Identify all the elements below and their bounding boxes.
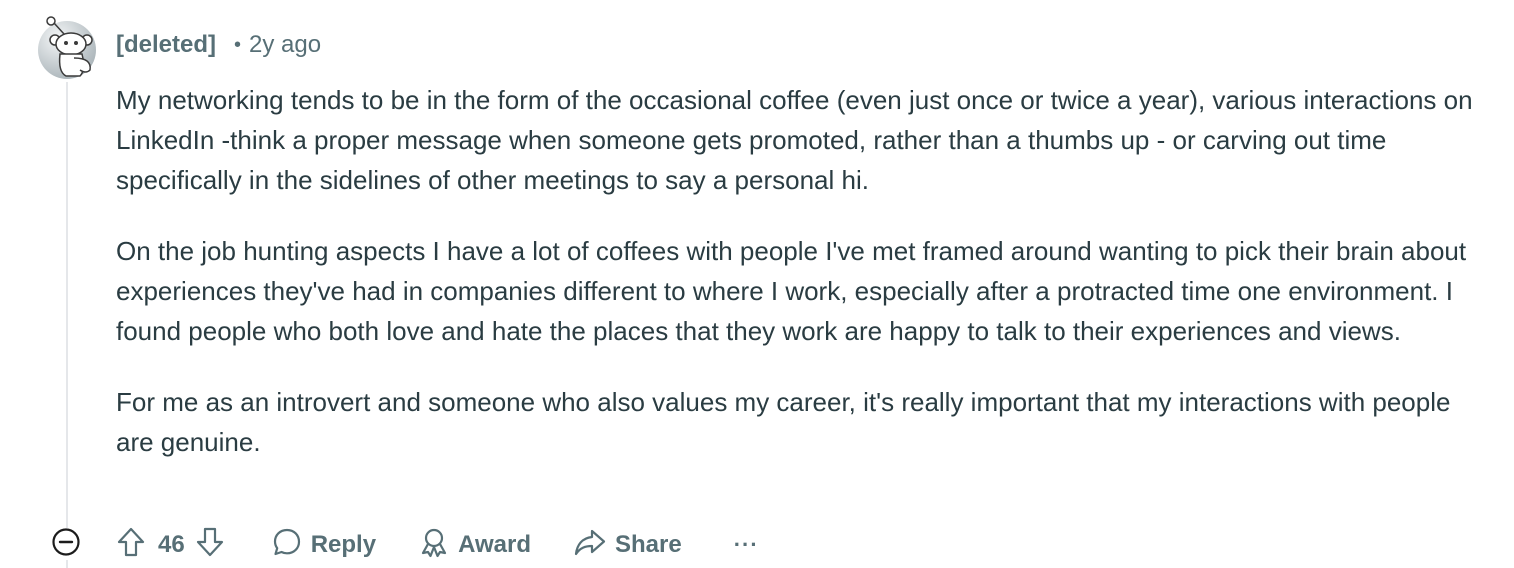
award-ribbon-icon (418, 526, 450, 565)
comment-paragraph: On the job hunting aspects I have a lot … (116, 236, 1467, 346)
comment-paragraph: My networking tends to be in the form of… (116, 85, 1473, 195)
downvote-button[interactable] (191, 526, 229, 564)
more-options-button[interactable]: ··· (734, 534, 759, 556)
award-label: Award (458, 531, 531, 558)
upvote-button[interactable] (112, 526, 150, 564)
comment-meta: [deleted] • 2y ago (116, 28, 321, 62)
reply-label: Reply (310, 531, 377, 558)
share-button[interactable]: Share (573, 526, 682, 565)
comment-body: My networking tends to be in the form of… (116, 80, 1494, 462)
thread-line[interactable] (66, 82, 68, 568)
meta-separator: • (234, 33, 242, 56)
reply-button[interactable]: Reply (271, 526, 376, 565)
comment-timestamp[interactable]: 2y ago (249, 31, 321, 59)
downvote-arrow-icon (195, 526, 225, 565)
comment-paragraph: For me as an introvert and someone who a… (116, 387, 1451, 457)
speech-bubble-icon (271, 526, 303, 565)
share-arrow-icon (573, 526, 607, 565)
share-label: Share (614, 531, 682, 558)
vote-score: 46 (158, 531, 185, 558)
vote-group: 46 (112, 526, 229, 564)
award-button[interactable]: Award (418, 526, 531, 565)
author-name[interactable]: [deleted] (116, 31, 216, 59)
collapse-button[interactable] (50, 527, 82, 562)
upvote-arrow-icon (116, 526, 146, 565)
collapse-minus-icon (51, 527, 81, 562)
comment-action-bar: 46 Reply Award Share ··· (112, 524, 759, 566)
comment: [deleted] • 2y ago My networking tends t… (0, 0, 1514, 568)
snoo-avatar-icon[interactable] (34, 14, 100, 80)
